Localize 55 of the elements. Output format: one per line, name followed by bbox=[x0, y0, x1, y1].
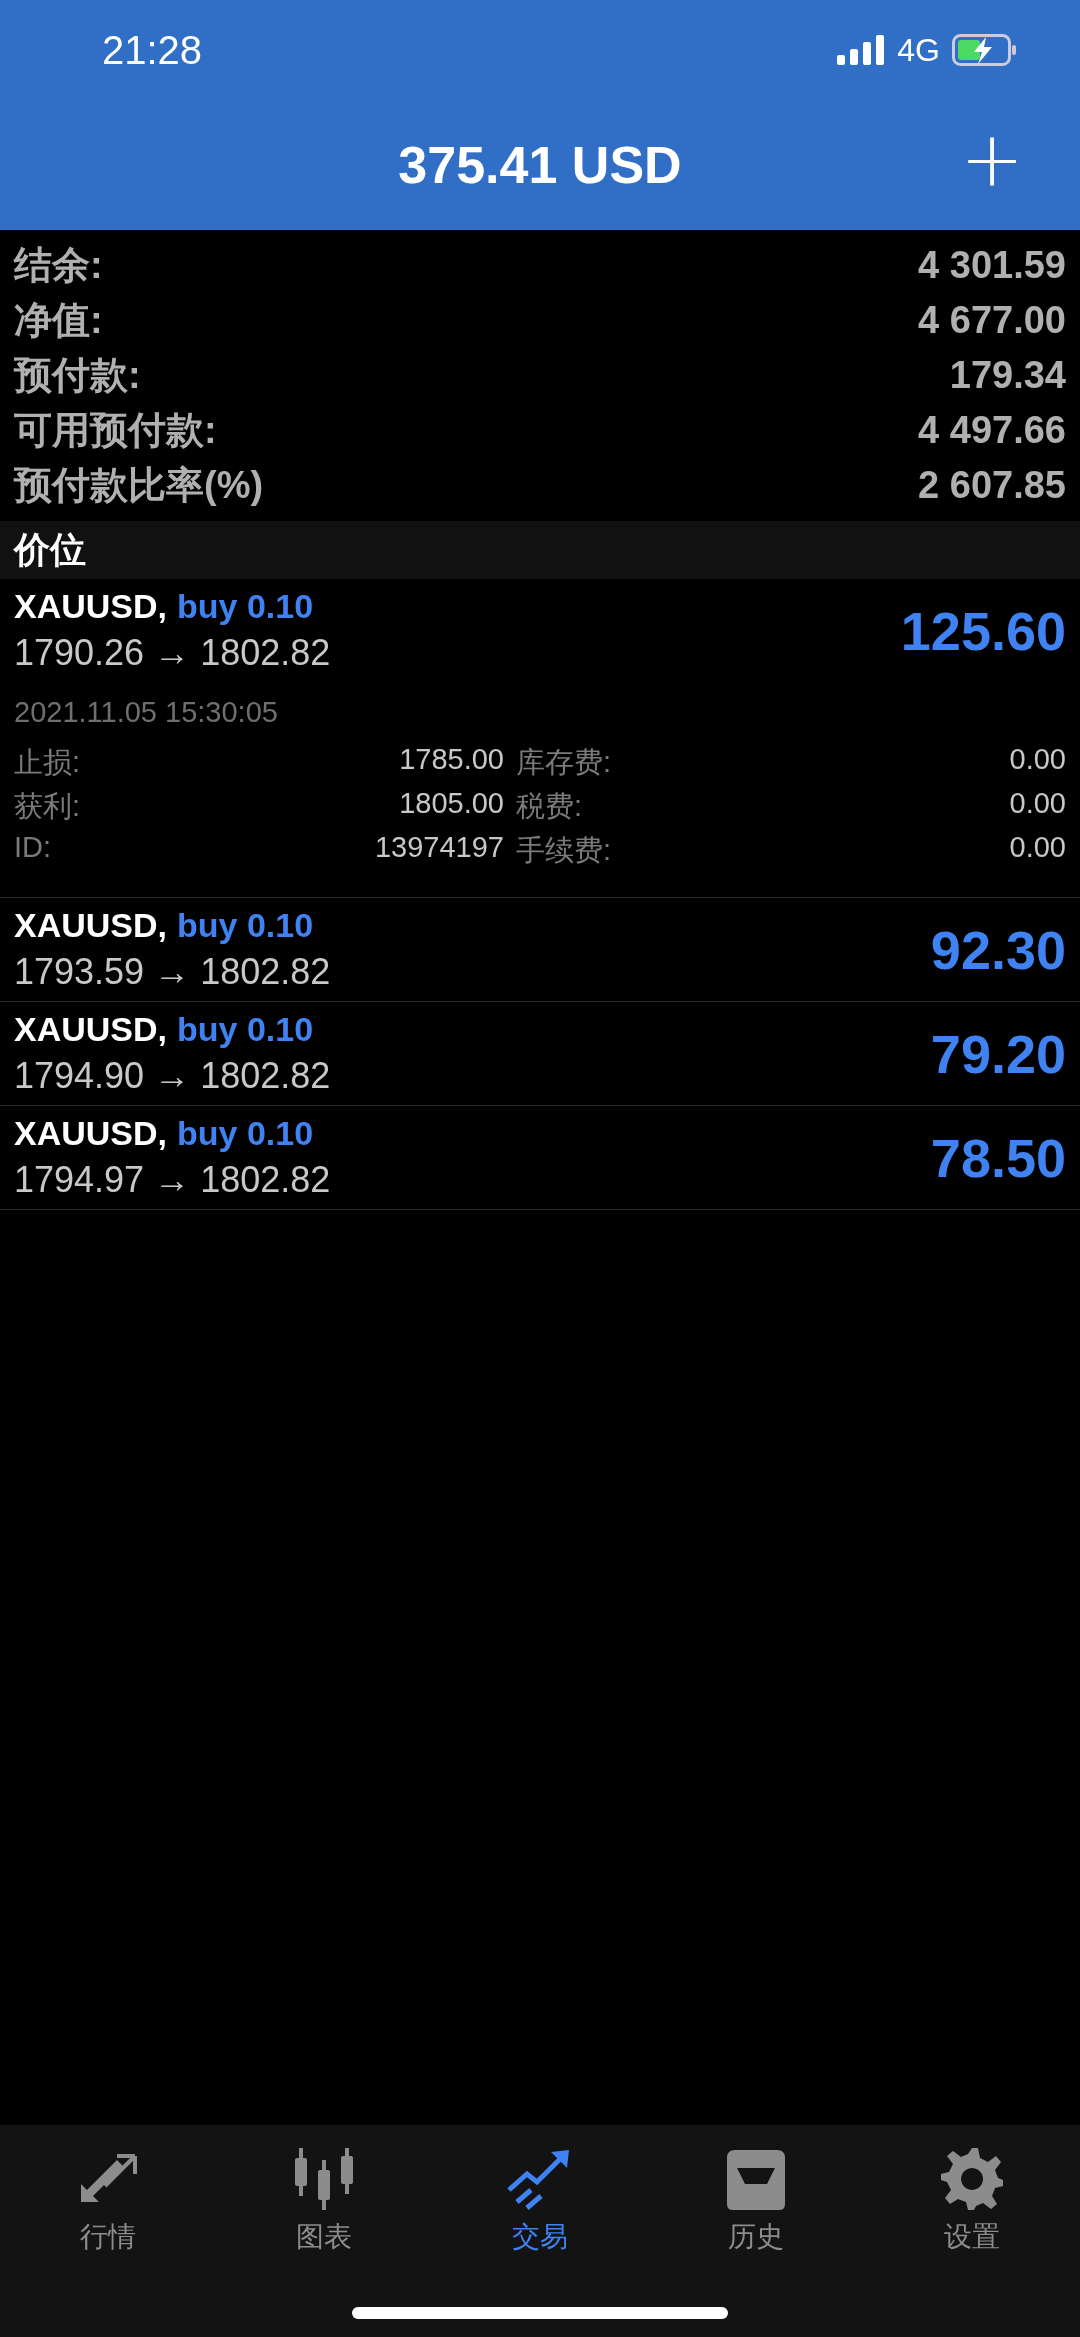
detail-label: 税费: bbox=[516, 789, 584, 824]
position-row[interactable]: XAUUSD, buy 0.10 1793.59 → 1802.82 92.30 bbox=[0, 898, 1080, 1002]
order-type: buy 0.10 bbox=[177, 1114, 314, 1153]
summary-value: 2 607.85 bbox=[918, 464, 1066, 507]
position-profit: 92.30 bbox=[930, 918, 1066, 981]
position-symbol: XAUUSD, bbox=[14, 587, 168, 626]
detail-value: 0.00 bbox=[1008, 743, 1066, 777]
position-profit: 79.20 bbox=[930, 1022, 1066, 1085]
summary-label: 净值: bbox=[14, 298, 103, 343]
tab-item[interactable]: 图表 bbox=[239, 2143, 409, 2257]
detail-label: ID: bbox=[14, 831, 53, 865]
summary-value: 4 497.66 bbox=[918, 409, 1066, 452]
summary-value: 4 677.00 bbox=[918, 299, 1066, 342]
position-prices: 1790.26 → 1802.82 bbox=[14, 632, 331, 674]
summary-value: 179.34 bbox=[949, 354, 1066, 397]
detail-value: 0.00 bbox=[1008, 831, 1066, 865]
tab-item[interactable]: 交易 bbox=[455, 2143, 625, 2257]
open-time: 2021.11.05 15:30:05 bbox=[14, 696, 279, 729]
summary-value: 4 301.59 bbox=[918, 244, 1066, 287]
position-row[interactable]: XAUUSD, buy 0.10 1794.90 → 1802.82 79.20 bbox=[0, 1002, 1080, 1106]
order-type: buy 0.10 bbox=[177, 1010, 314, 1049]
detail-label: 获利: bbox=[14, 789, 82, 824]
detail-value: 0.00 bbox=[1008, 787, 1066, 821]
battery-charging-icon bbox=[952, 34, 1018, 66]
balance-title: 375.41 USD bbox=[398, 135, 682, 195]
tab-item[interactable]: 历史 bbox=[671, 2143, 841, 2257]
summary-label: 预付款比率(%) bbox=[14, 463, 264, 508]
detail-label: 库存费: bbox=[516, 745, 613, 780]
detail-value: 1785.00 bbox=[398, 743, 504, 777]
tab-item[interactable]: 设置 bbox=[887, 2143, 1057, 2257]
position-prices: 1794.90 → 1802.82 bbox=[14, 1055, 331, 1097]
position-row[interactable]: XAUUSD, buy 0.10 1790.26 → 1802.82 125.60 2021.11.05 15:30:05 止损: 1785.00 库存费: 0.00 获利: 1805.00 税费: 0.00 ID: 13974197 手续费: 0.00 bbox=[0, 579, 1080, 898]
position-row[interactable]: XAUUSD, buy 0.10 1794.97 → 1802.82 78.50 bbox=[0, 1106, 1080, 1210]
summary-label: 预付款: bbox=[14, 353, 141, 398]
network-type: 4G bbox=[897, 31, 940, 69]
order-type: buy 0.10 bbox=[177, 587, 314, 626]
section-title: 价位 bbox=[14, 527, 86, 572]
summary-label: 结余: bbox=[14, 243, 103, 288]
detail-value: 13974197 bbox=[373, 831, 504, 865]
position-symbol: XAUUSD, bbox=[14, 1114, 168, 1153]
position-prices: 1794.97 → 1802.82 bbox=[14, 1159, 331, 1201]
signal-icon bbox=[837, 35, 886, 65]
detail-value: 1805.00 bbox=[398, 787, 504, 821]
summary-label: 可用预付款: bbox=[14, 408, 217, 453]
detail-label: 止损: bbox=[14, 745, 82, 780]
order-type: buy 0.10 bbox=[177, 906, 314, 945]
position-prices: 1793.59 → 1802.82 bbox=[14, 951, 331, 993]
status-time: 21:28 bbox=[102, 27, 203, 73]
detail-label: 手续费: bbox=[516, 833, 613, 868]
position-symbol: XAUUSD, bbox=[14, 1010, 168, 1049]
add-button[interactable]: + bbox=[954, 122, 1030, 198]
position-profit: 78.50 bbox=[930, 1126, 1066, 1189]
position-symbol: XAUUSD, bbox=[14, 906, 168, 945]
tab-item[interactable]: 行情 bbox=[23, 2143, 193, 2257]
position-profit: 125.60 bbox=[900, 599, 1066, 662]
